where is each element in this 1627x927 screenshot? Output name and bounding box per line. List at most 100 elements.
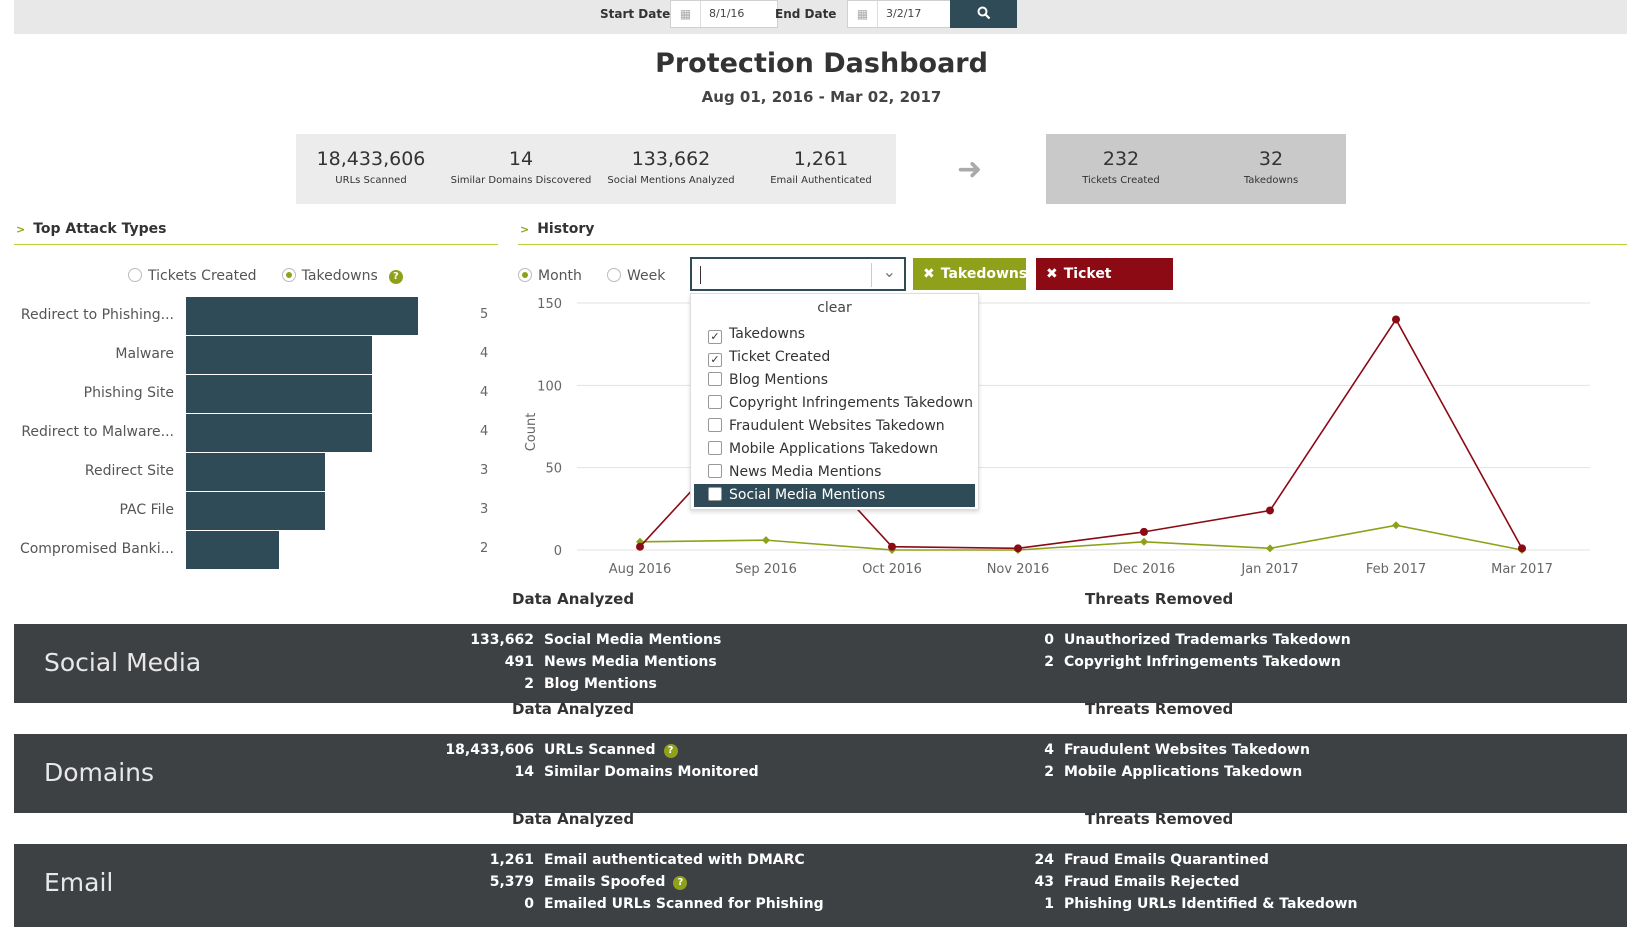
dropdown-option[interactable]: ✓ Takedowns (694, 323, 975, 346)
bar-value: 2 (480, 541, 489, 556)
bar[interactable] (186, 531, 279, 569)
dropdown-option-label: Mobile Applications Takedown (729, 441, 939, 457)
series-line (639, 524, 1523, 551)
scan-stats-panel: 18,433,606 URLs Scanned 14 Similar Domai… (296, 134, 896, 204)
outcome-stats-panel: 232 Tickets Created 32 Takedowns (1046, 134, 1346, 204)
attack-bar-row[interactable]: Redirect to Malware... 4 (14, 414, 504, 452)
checkbox-icon[interactable] (708, 372, 722, 386)
bar-label: Redirect Site (84, 463, 174, 479)
bar[interactable] (186, 375, 372, 413)
removed-row: 0 Unauthorized Trademarks Takedown (994, 632, 1351, 654)
section-band: Email 1,261 Email authenticated with DMARC… (14, 844, 1627, 927)
dropdown-option-label: Ticket Created (729, 349, 831, 365)
close-icon[interactable]: ✖ (1046, 266, 1058, 282)
radio-icon[interactable] (281, 268, 296, 282)
metric-value: 5,379 (489, 874, 534, 890)
dropdown-option-label: Copyright Infringements Takedown (729, 395, 973, 411)
clear-option[interactable]: clear (691, 300, 978, 323)
data-point (762, 536, 770, 545)
data-point (1140, 527, 1148, 536)
page-title: Protection Dashboard (655, 48, 988, 79)
metric-label: Fraudulent Websites Takedown (1064, 742, 1310, 758)
dropdown-option-label: Fraudulent Websites Takedown (729, 418, 945, 434)
attack-bar-row[interactable]: Malware 4 (14, 336, 504, 374)
text-cursor (700, 266, 701, 284)
select-divider (871, 263, 872, 287)
dropdown-option[interactable]: Fraudulent Websites Takedown (694, 415, 975, 438)
attack-bar-row[interactable]: Compromised Banki... 2 (14, 531, 504, 569)
radio-takedowns[interactable]: Takedowns (281, 265, 378, 284)
dropdown-option-label: News Media Mentions (729, 464, 882, 480)
dropdown-option[interactable]: Blog Mentions (694, 369, 975, 392)
radio-icon[interactable] (606, 268, 621, 282)
bar[interactable] (186, 297, 418, 335)
metric-label: Blog Mentions (544, 676, 657, 692)
radio-week[interactable]: Week (606, 265, 665, 284)
radio-icon[interactable] (518, 268, 532, 282)
search-button[interactable] (950, 0, 1017, 28)
start-date-input[interactable]: ▦ 8/1/16 (670, 0, 778, 28)
help-icon[interactable]: ? (388, 270, 403, 284)
radio-icon[interactable] (128, 268, 142, 282)
data-point (1140, 537, 1148, 546)
analyzed-row: 2 Blog Mentions (394, 676, 657, 698)
stat-similar-domains: 14 Similar Domains Discovered (450, 148, 592, 186)
bar-value: 3 (480, 463, 489, 478)
metric-label: Emailed URLs Scanned for Phishing (544, 896, 824, 912)
checkbox-icon[interactable] (708, 487, 722, 501)
attack-bar-row[interactable]: PAC File 3 (14, 492, 504, 530)
checkbox-checked-icon[interactable]: ✓ (708, 353, 722, 367)
radio-month[interactable]: Month (518, 265, 582, 284)
bar[interactable] (186, 336, 372, 374)
bar[interactable] (186, 492, 325, 530)
bar[interactable] (186, 453, 325, 491)
checkbox-icon[interactable] (708, 441, 722, 455)
end-date-input[interactable]: ▦ 3/2/17 (847, 0, 955, 28)
removed-row: 2 Mobile Applications Takedown (994, 764, 1302, 786)
x-tick-label: Sep 2016 (735, 562, 797, 577)
attack-bar-row[interactable]: Redirect Site 3 (14, 453, 504, 491)
dropdown-option[interactable]: ✓ Ticket Created (694, 346, 975, 369)
data-point (636, 542, 644, 551)
checkbox-icon[interactable] (708, 418, 722, 432)
stat-urls-scanned: 18,433,606 URLs Scanned (316, 148, 426, 186)
calendar-icon[interactable]: ▦ (848, 1, 878, 27)
close-icon[interactable]: ✖ (923, 266, 935, 282)
checkbox-icon[interactable] (708, 395, 722, 409)
metric-label: Email authenticated with DMARC (544, 852, 805, 868)
dropdown-option[interactable]: News Media Mentions (694, 461, 975, 484)
stat-social-mentions: 133,662 Social Mentions Analyzed (607, 148, 735, 186)
series-select-input[interactable]: ⌄ (690, 257, 906, 291)
help-icon[interactable]: ? (663, 744, 678, 758)
bar-value: 4 (480, 346, 489, 361)
attack-bar-row[interactable]: Phishing Site 4 (14, 375, 504, 413)
start-date-label: Start Date (600, 7, 671, 21)
stat-takedowns: 32 Takedowns (1243, 148, 1299, 186)
stat-email-authenticated: 1,261 Email Authenticated (770, 148, 872, 186)
metric-value: 4 (1044, 742, 1054, 758)
bar-value: 4 (480, 385, 489, 400)
bar-label: Compromised Banki... (19, 541, 174, 557)
chevron-down-icon[interactable]: ⌄ (883, 262, 896, 281)
threats-removed-heading: Threats Removed (1085, 810, 1234, 828)
attack-bar-row[interactable]: Redirect to Phishing... 5 (14, 297, 504, 335)
ticket-created-filter-tag[interactable]: ✖ Ticket Created (1036, 258, 1173, 314)
start-date-value: 8/1/16 (709, 7, 745, 20)
help-icon[interactable]: ? (673, 876, 688, 890)
data-analyzed-heading: Data Analyzed (512, 590, 635, 608)
radio-tickets-created[interactable]: Tickets Created (128, 265, 257, 284)
checkbox-icon[interactable] (708, 464, 722, 478)
bar[interactable] (186, 414, 372, 452)
dropdown-option[interactable]: Mobile Applications Takedown (694, 438, 975, 461)
dropdown-option[interactable]: Social Media Mentions (694, 484, 975, 507)
x-tick-label: Nov 2016 (987, 562, 1050, 577)
checkbox-checked-icon[interactable]: ✓ (708, 330, 722, 344)
metric-value: 1,261 (489, 852, 534, 868)
removed-row: 2 Copyright Infringements Takedown (994, 654, 1341, 676)
takedowns-filter-tag[interactable]: ✖ Takedowns (913, 258, 1027, 290)
data-point (1266, 544, 1274, 553)
end-date-value: 3/2/17 (886, 7, 922, 20)
dropdown-option[interactable]: Copyright Infringements Takedown (694, 392, 975, 415)
calendar-icon[interactable]: ▦ (671, 1, 701, 27)
dropdown-option-label: Social Media Mentions (729, 487, 886, 503)
